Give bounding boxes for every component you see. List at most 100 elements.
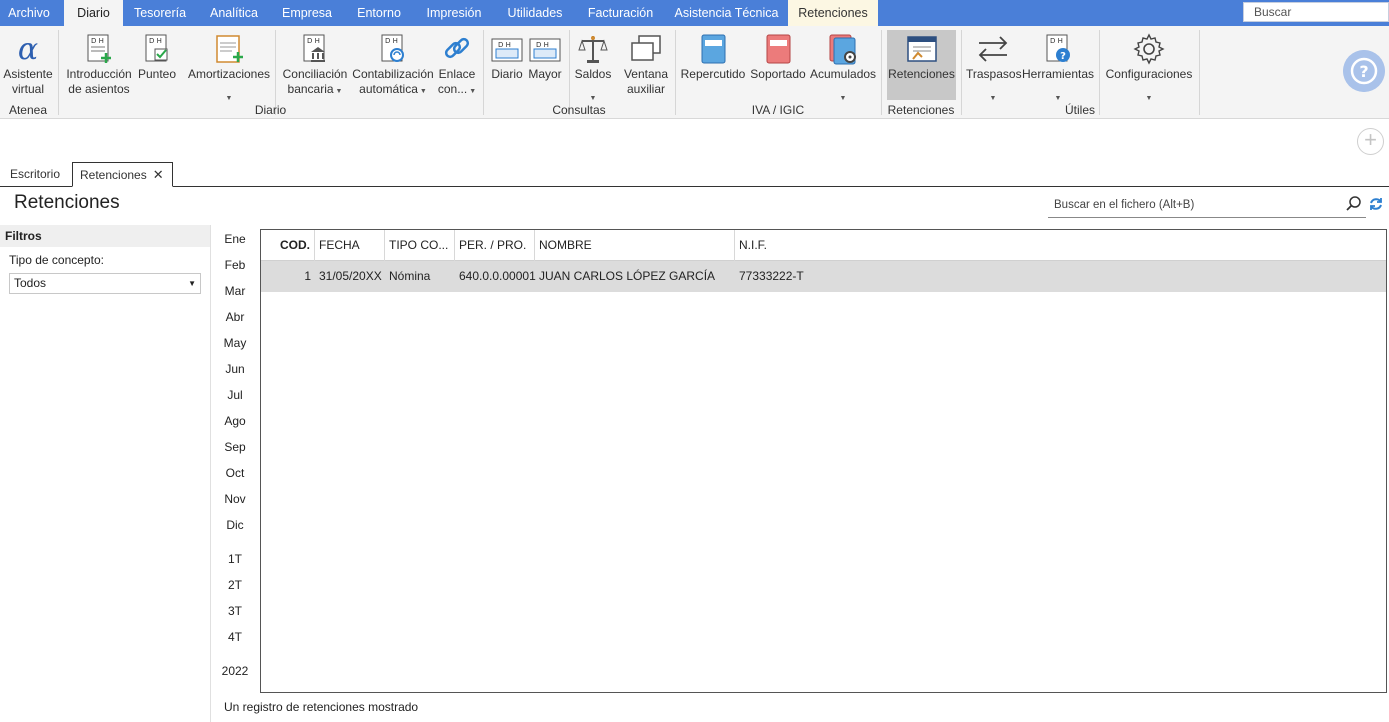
table-row[interactable]: 1 31/05/20XX Nómina 640.0.0.00001 JUAN C… bbox=[261, 261, 1386, 292]
introduccion-asientos-button[interactable]: D H Introducción de asientos bbox=[64, 30, 134, 100]
tab-tesoreria[interactable]: Tesorería bbox=[125, 0, 195, 26]
col-nombre[interactable]: NOMBRE bbox=[535, 230, 735, 261]
scale-icon bbox=[578, 36, 608, 63]
concept-type-select[interactable]: Todos ▼ bbox=[9, 273, 201, 294]
month-oct[interactable]: Oct bbox=[218, 466, 252, 480]
repercutido-button[interactable]: Repercutido bbox=[680, 30, 746, 100]
month-mar[interactable]: Mar bbox=[218, 284, 252, 298]
svg-text:D H: D H bbox=[385, 37, 398, 45]
concept-type-label: Tipo de concepto: bbox=[9, 253, 104, 267]
quarter-1t[interactable]: 1T bbox=[218, 552, 252, 566]
tab-asistencia-tecnica[interactable]: Asistencia Técnica bbox=[668, 0, 785, 26]
windows-icon bbox=[631, 35, 661, 61]
month-ago[interactable]: Ago bbox=[218, 414, 252, 428]
tab-diario[interactable]: Diario bbox=[64, 0, 123, 26]
herramientas-button[interactable]: D H ? Herramientas ▼ bbox=[1022, 30, 1095, 102]
diario-button[interactable]: D H Diario bbox=[489, 30, 525, 100]
help-icon[interactable]: ? bbox=[1343, 50, 1385, 92]
svg-text:?: ? bbox=[1359, 62, 1368, 81]
month-nov[interactable]: Nov bbox=[218, 492, 252, 506]
cell-nombre: JUAN CARLOS LÓPEZ GARCÍA bbox=[539, 269, 716, 283]
svg-text:D H: D H bbox=[149, 37, 162, 45]
month-sep[interactable]: Sep bbox=[218, 440, 252, 454]
panel-divider bbox=[210, 225, 211, 722]
asistente-virtual-button[interactable]: α Asistente virtual bbox=[2, 30, 54, 100]
col-nif[interactable]: N.I.F. bbox=[735, 230, 1386, 261]
month-feb[interactable]: Feb bbox=[218, 258, 252, 272]
tab-impresion[interactable]: Impresión bbox=[418, 0, 490, 26]
svg-text:α: α bbox=[18, 32, 38, 66]
punteo-label: Punteo bbox=[137, 67, 177, 81]
amortization-icon bbox=[216, 35, 243, 63]
ventana-label-1: Ventana bbox=[623, 67, 669, 81]
alpha-icon: α bbox=[18, 32, 38, 66]
soportado-label: Soportado bbox=[750, 67, 806, 81]
chevron-down-icon: ▼ bbox=[1145, 95, 1153, 102]
group-label-consultas: Consultas bbox=[552, 103, 606, 117]
month-dic[interactable]: Dic bbox=[218, 518, 252, 532]
file-search-input[interactable] bbox=[1048, 193, 1366, 218]
enlace-con-button[interactable]: Enlace con... ▼ bbox=[437, 30, 477, 100]
ribbon: α Asistente virtual D H Introducción de as… bbox=[0, 26, 1389, 119]
quarter-4t[interactable]: 4T bbox=[218, 630, 252, 644]
tab-utilidades[interactable]: Utilidades bbox=[498, 0, 572, 26]
col-fecha[interactable]: FECHA bbox=[315, 230, 385, 261]
journal-check-icon: D H bbox=[145, 34, 168, 62]
ventana-auxiliar-button[interactable]: Ventana auxiliar bbox=[621, 30, 671, 100]
quarter-2t[interactable]: 2T bbox=[218, 578, 252, 592]
col-cod[interactable]: COD. bbox=[261, 230, 315, 261]
introduccion-label-1: Introducción bbox=[66, 67, 132, 81]
amortizaciones-label: Amortizaciones bbox=[188, 67, 271, 81]
close-icon[interactable]: ✕ bbox=[153, 167, 164, 182]
acumulados-button[interactable]: Acumulados ▼ bbox=[810, 30, 876, 102]
tab-facturacion[interactable]: Facturación bbox=[578, 0, 663, 26]
bank-icon: D H bbox=[303, 34, 325, 62]
svg-text:D H: D H bbox=[91, 37, 104, 45]
search-icon[interactable] bbox=[1345, 195, 1363, 213]
tab-entorno[interactable]: Entorno bbox=[346, 0, 412, 26]
col-tipo-concepto[interactable]: TIPO CO... bbox=[385, 230, 455, 261]
punteo-button[interactable]: D H Punteo bbox=[136, 30, 178, 100]
svg-text:D H: D H bbox=[1050, 37, 1063, 45]
traspasos-button[interactable]: Traspasos ▼ bbox=[966, 30, 1022, 102]
group-label-iva: IVA / IGIC bbox=[751, 103, 805, 117]
document-tabs: Escritorio Retenciones ✕ bbox=[0, 162, 1389, 187]
refresh-icon[interactable] bbox=[1368, 196, 1384, 212]
tab-empresa[interactable]: Empresa bbox=[273, 0, 341, 26]
ventana-label-2: auxiliar bbox=[626, 82, 665, 96]
retenciones-button[interactable]: Retenciones bbox=[887, 30, 956, 100]
svg-text:D H: D H bbox=[307, 37, 320, 45]
contabilizacion-label-2: automática bbox=[359, 82, 418, 96]
mayor-button[interactable]: D H Mayor bbox=[526, 30, 564, 100]
grid-header: COD. FECHA TIPO CO... PER. / PRO. NOMBRE… bbox=[261, 230, 1386, 261]
saldos-button[interactable]: Saldos ▼ bbox=[573, 30, 613, 102]
quarter-3t[interactable]: 3T bbox=[218, 604, 252, 618]
add-tab-button[interactable]: + bbox=[1357, 128, 1384, 155]
contabilizacion-automatica-button[interactable]: D H Contabilización automática ▼ bbox=[351, 30, 435, 100]
cell-per-pro: 640.0.0.00001 bbox=[459, 269, 536, 283]
configuraciones-button[interactable]: Configuraciones ▼ bbox=[1104, 30, 1194, 102]
tab-archivo[interactable]: Archivo bbox=[0, 0, 58, 26]
doctab-retenciones[interactable]: Retenciones ✕ bbox=[72, 162, 173, 187]
month-may[interactable]: May bbox=[218, 336, 252, 350]
tab-retenciones[interactable]: Retenciones bbox=[788, 0, 878, 26]
svg-text:?: ? bbox=[1060, 51, 1066, 62]
enlace-label-1: Enlace bbox=[438, 67, 476, 81]
global-search-input[interactable] bbox=[1243, 2, 1389, 22]
month-jun[interactable]: Jun bbox=[218, 362, 252, 376]
col-per-pro[interactable]: PER. / PRO. bbox=[455, 230, 535, 261]
conciliacion-bancaria-button[interactable]: D H Conciliación bancaria ▼ bbox=[281, 30, 349, 100]
ledger-diario-icon: D H bbox=[491, 38, 523, 62]
tab-analitica[interactable]: Analítica bbox=[200, 0, 268, 26]
doctab-escritorio[interactable]: Escritorio bbox=[10, 162, 60, 187]
amortizaciones-button[interactable]: Amortizaciones ▼ bbox=[188, 30, 271, 102]
month-abr[interactable]: Abr bbox=[218, 310, 252, 324]
status-bar-text: Un registro de retenciones mostrado bbox=[224, 700, 419, 714]
herramientas-label: Herramientas bbox=[1022, 67, 1095, 81]
chevron-down-icon: ▼ bbox=[839, 95, 847, 102]
soportado-button[interactable]: Soportado bbox=[748, 30, 808, 100]
month-jul[interactable]: Jul bbox=[218, 388, 252, 402]
group-label-utiles: Útiles bbox=[1064, 103, 1095, 117]
year-filter[interactable]: 2022 bbox=[218, 664, 252, 678]
month-ene[interactable]: Ene bbox=[218, 232, 252, 246]
